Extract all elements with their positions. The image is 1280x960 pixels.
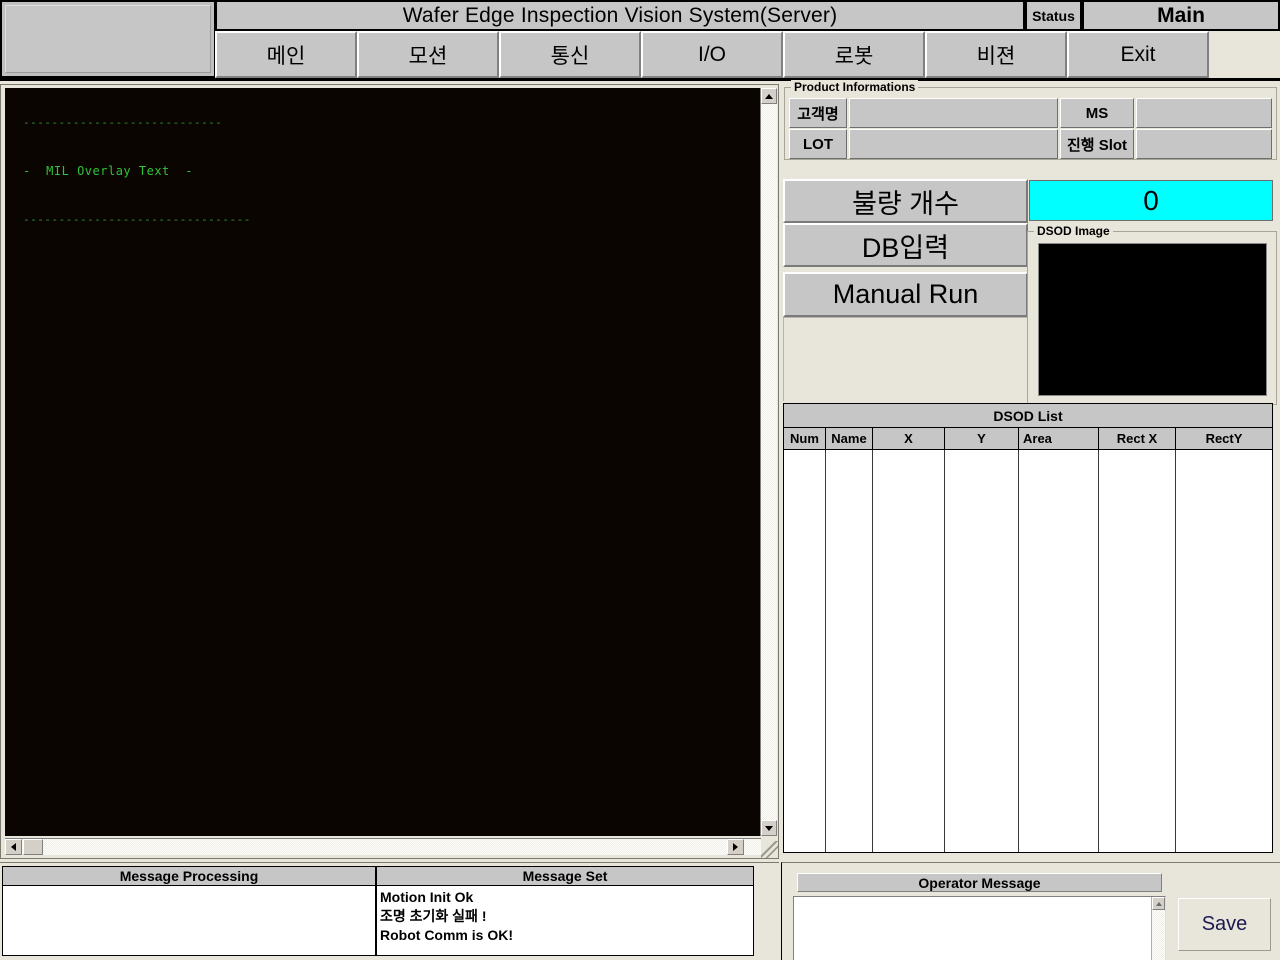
tab-robot-label: 로봇 — [834, 44, 874, 68]
dsod-column-num[interactable]: Num — [784, 428, 826, 449]
dsod-column-rect-y[interactable]: RectY — [1176, 428, 1272, 449]
resize-grip-icon[interactable] — [761, 841, 778, 858]
dsod-body-col-area — [1019, 450, 1099, 852]
tab-exit[interactable]: Exit — [1067, 31, 1209, 78]
message-set-item: Robot Comm is OK! — [380, 927, 513, 943]
dsod-column-area[interactable]: Area — [1019, 428, 1099, 449]
dsod-list-body[interactable] — [784, 450, 1272, 852]
application-title-bar: Wafer Edge Inspection Vision System(Serv… — [215, 0, 1025, 31]
status-label: Status — [1025, 0, 1082, 31]
dsod-body-col-rect-x — [1099, 450, 1176, 852]
dsod-body-col-x — [873, 450, 945, 852]
lot-label: LOT — [789, 129, 847, 159]
manual-run-button[interactable]: Manual Run — [783, 272, 1028, 317]
image-viewer-canvas[interactable]: ---------------------------- - MIL Overl… — [5, 88, 761, 836]
db-input-button[interactable]: DB입력 — [783, 223, 1028, 267]
viewer-horizontal-scrollbar[interactable] — [5, 838, 761, 855]
chevron-down-icon — [765, 825, 773, 831]
tabbar-filler — [1209, 31, 1280, 78]
mil-overlay-text: - MIL Overlay Text - — [23, 164, 193, 178]
dsod-list-title: DSOD List — [784, 404, 1272, 428]
status-value: Main — [1082, 0, 1280, 31]
lot-field[interactable] — [849, 129, 1058, 159]
mil-overlay-block: ---------------------------- - MIL Overl… — [23, 100, 251, 242]
message-processing-title: Message Processing — [2, 866, 376, 886]
logo-placeholder — [5, 5, 211, 73]
ms-label: MS — [1060, 98, 1134, 128]
dsod-image-group: DSOD Image — [1027, 224, 1277, 405]
message-set-item: Motion Init Ok — [380, 889, 474, 905]
viewer-vertical-scrollbar[interactable] — [760, 88, 777, 836]
tab-vision-label: 비젼 — [976, 44, 1016, 68]
chevron-up-icon — [1155, 901, 1162, 906]
message-set-panel: Message Set Motion Init Ok 조명 초기화 실패 ! R… — [376, 866, 754, 958]
message-processing-list[interactable] — [2, 886, 376, 956]
customer-name-label: 고객명 — [789, 98, 847, 128]
operator-message-title: Operator Message — [797, 873, 1162, 892]
scroll-down-button[interactable] — [761, 820, 777, 836]
dsod-list-panel: DSOD List Num Name X Y Area Rect X RectY — [783, 403, 1273, 853]
product-informations-group: Product Informations 고객명 MS LOT 진행 Slot — [784, 80, 1277, 160]
logo-panel — [0, 0, 215, 78]
mil-overlay-top-rule: ---------------------------- — [23, 116, 223, 129]
mil-overlay-bottom-rule: -------------------------------- — [23, 213, 251, 226]
vertical-scroll-track[interactable] — [761, 104, 777, 820]
current-slot-field[interactable] — [1136, 129, 1272, 159]
dsod-body-col-rect-y — [1176, 450, 1272, 852]
customer-name-field[interactable] — [849, 98, 1058, 128]
dsod-column-name[interactable]: Name — [826, 428, 873, 449]
dsod-column-x[interactable]: X — [873, 428, 945, 449]
dsod-body-col-name — [826, 450, 873, 852]
operator-message-scrollbar[interactable] — [1151, 897, 1165, 960]
tab-motion-label: 모션 — [408, 44, 448, 68]
bad-count-button[interactable]: 불량 개수 — [783, 179, 1028, 223]
horizontal-scroll-thumb[interactable] — [23, 839, 43, 855]
bad-count-value: 0 — [1029, 180, 1273, 221]
tab-comm[interactable]: 통신 — [499, 31, 641, 78]
current-slot-label: 진행 Slot — [1060, 129, 1134, 159]
scroll-left-button[interactable] — [5, 839, 22, 855]
lower-left-spacer-panel — [783, 317, 1028, 401]
message-set-list[interactable]: Motion Init Ok 조명 초기화 실패 ! Robot Comm is… — [376, 886, 754, 956]
tab-main-label: 메인 — [266, 44, 306, 68]
tab-robot[interactable]: 로봇 — [783, 31, 925, 78]
dsod-image-title: DSOD Image — [1034, 224, 1113, 238]
main-tabbar: 메인 모션 통신 I/O 로봇 비젼 Exit — [215, 31, 1280, 78]
operator-message-input[interactable] — [793, 896, 1166, 960]
dsod-column-y[interactable]: Y — [945, 428, 1019, 449]
save-button[interactable]: Save — [1178, 898, 1271, 951]
product-informations-title: Product Informations — [791, 80, 919, 94]
tab-exit-label: Exit — [1120, 42, 1156, 66]
ms-field[interactable] — [1136, 98, 1272, 128]
message-set-item: 조명 초기화 실패 ! — [380, 908, 487, 924]
message-set-title: Message Set — [376, 866, 754, 886]
scroll-up-button[interactable] — [761, 88, 777, 104]
chevron-left-icon — [11, 843, 16, 851]
dsod-list-header-row: Num Name X Y Area Rect X RectY — [784, 428, 1272, 450]
dsod-body-col-num — [784, 450, 826, 852]
tab-vision[interactable]: 비젼 — [925, 31, 1067, 78]
tab-comm-label: 통신 — [550, 44, 590, 68]
tab-io[interactable]: I/O — [641, 31, 783, 78]
dsod-body-col-y — [945, 450, 1019, 852]
application-window: Wafer Edge Inspection Vision System(Serv… — [0, 0, 1280, 960]
chevron-right-icon — [733, 843, 738, 851]
dsod-column-rect-x[interactable]: Rect X — [1099, 428, 1176, 449]
operator-scroll-up-button[interactable] — [1152, 897, 1165, 910]
operator-message-area: Operator Message Save — [781, 862, 1280, 960]
message-processing-panel: Message Processing — [2, 866, 376, 958]
right-panel: Product Informations 고객명 MS LOT 진행 Slot … — [781, 80, 1280, 860]
scroll-right-button[interactable] — [727, 839, 744, 855]
header-divider — [0, 78, 1280, 81]
dsod-image-canvas[interactable] — [1038, 243, 1267, 396]
image-viewer-frame: ---------------------------- - MIL Overl… — [0, 84, 779, 859]
tab-io-label: I/O — [697, 42, 726, 66]
page-title: Wafer Edge Inspection Vision System(Serv… — [402, 3, 838, 27]
tab-main[interactable]: 메인 — [215, 31, 357, 78]
chevron-up-icon — [765, 93, 773, 99]
tab-motion[interactable]: 모션 — [357, 31, 499, 78]
message-area: Message Processing Message Set Motion In… — [0, 862, 779, 960]
